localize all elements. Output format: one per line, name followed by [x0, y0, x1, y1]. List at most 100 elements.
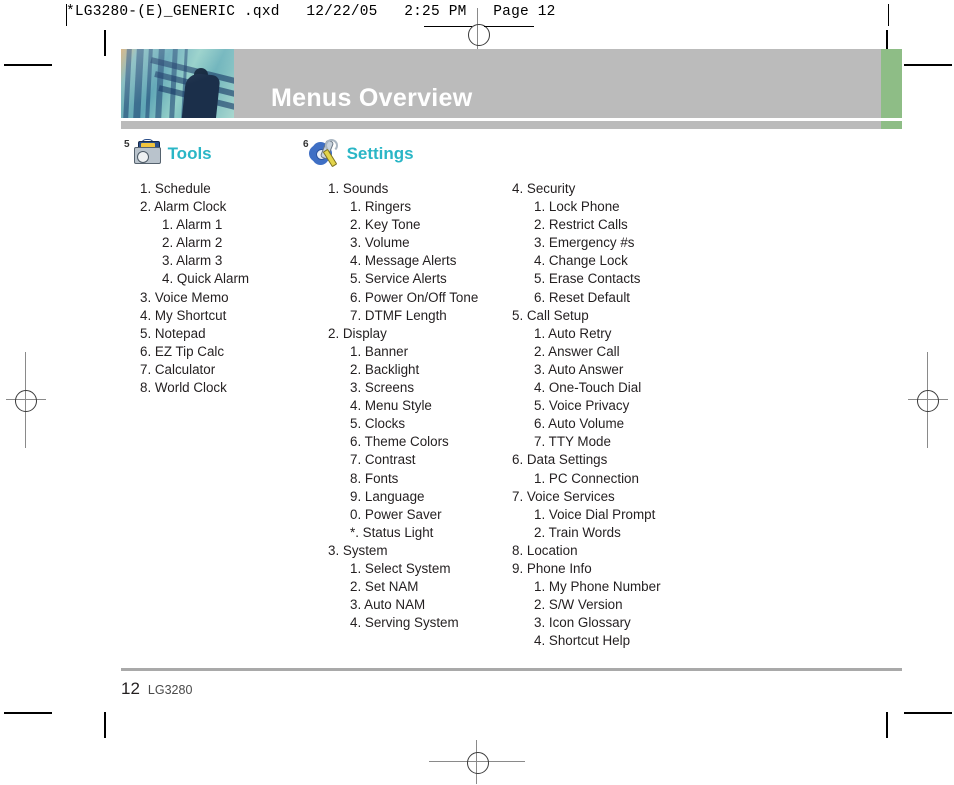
menu-settings-item: 2. Backlight	[350, 361, 420, 377]
slug-underline-left	[424, 26, 472, 27]
page-number: 12	[121, 679, 140, 698]
section-heading-settings: 6 Settings	[303, 139, 414, 168]
menu-settings-item: 7. DTMF Length	[350, 307, 447, 323]
gear-wrench-icon	[310, 139, 340, 168]
menu-settings-item: 4. Shortcut Help	[534, 633, 631, 649]
menu-settings-item: 0. Power Saver	[350, 506, 442, 522]
menu-settings-item: 2. Display	[328, 325, 387, 341]
menu-tools-item: 3. Voice Memo	[140, 289, 229, 305]
menu-settings-item: 1. My Phone Number	[534, 579, 661, 595]
model-name: LG3280	[147, 683, 193, 697]
header-photo-highlight	[121, 49, 234, 118]
crop-mark-top-left-vertical	[104, 30, 106, 56]
menu-settings-item: 8. Location	[512, 542, 578, 558]
slug-right-rule	[888, 4, 889, 26]
menu-settings-item: 2. Train Words	[534, 524, 621, 540]
header-subbar	[121, 121, 902, 129]
menu-settings-item: 1. Voice Dial Prompt	[534, 506, 656, 522]
menu-settings-item: 7. Contrast	[350, 452, 416, 468]
footer-rule	[121, 668, 902, 671]
menu-tools-item: 3. Alarm 3	[162, 253, 223, 269]
menu-settings-item: 4. Menu Style	[350, 398, 432, 414]
page-header: Menus Overview	[121, 49, 902, 118]
menu-tools-item: 1. Schedule	[140, 181, 211, 196]
menu-settings-item: 6. Theme Colors	[350, 434, 449, 450]
menu-settings-item: 2. Set NAM	[350, 579, 419, 595]
menu-settings-item: 3. Auto NAM	[350, 597, 426, 613]
menu-settings-item: 4. Message Alerts	[350, 253, 457, 269]
menu-tools-item: 4. My Shortcut	[140, 307, 227, 323]
menu-tools-item: 8. World Clock	[140, 380, 227, 396]
registration-mark-bottom	[429, 740, 525, 784]
menu-settings-item: 3. Emergency #s	[534, 235, 635, 251]
menu-settings-item: 4. Security	[512, 181, 576, 196]
page-title: Menus Overview	[271, 84, 473, 112]
header-green-accent	[881, 49, 902, 118]
crop-mark-top-right-horizontal	[904, 64, 952, 66]
menu-settings-item: 1. Lock Phone	[534, 199, 620, 215]
menu-settings-item: 4. Change Lock	[534, 253, 628, 269]
header-photo	[121, 49, 234, 118]
toolbox-icon	[131, 139, 161, 165]
menu-settings-item: 5. Erase Contacts	[534, 271, 641, 287]
menu-settings-item: 9. Phone Info	[512, 560, 592, 576]
crop-mark-bottom-right-horizontal	[904, 712, 952, 714]
registration-mark-left	[6, 352, 46, 448]
menu-tools-item: 4. Quick Alarm	[162, 271, 250, 287]
menu-settings-item: 3. Volume	[350, 235, 410, 251]
menu-settings-item: 3. Screens	[350, 380, 415, 396]
slug-line: *LG3280-(E)_GENERIC .qxd 12/22/05 2:25 P…	[66, 4, 556, 20]
header-subbar-gray	[121, 121, 881, 129]
menu-settings-item: 8. Fonts	[350, 470, 399, 486]
menu-settings-item: 2. S/W Version	[534, 597, 623, 613]
menu-settings-item: 1. Ringers	[350, 199, 412, 215]
menu-settings-item: 9. Language	[350, 488, 425, 504]
menu-settings-item: 6. Data Settings	[512, 452, 608, 468]
menu-settings-item: 6. Auto Volume	[534, 416, 625, 432]
menu-column-tools: 1. Schedule 2. Alarm Clock 1. Alarm 1 2. Al…	[140, 180, 249, 397]
menu-settings-item: 7. Voice Services	[512, 488, 615, 504]
menu-settings-item: 5. Service Alerts	[350, 271, 447, 287]
menu-settings-item: 1. PC Connection	[534, 470, 639, 486]
crop-mark-bottom-left-vertical	[104, 712, 106, 738]
menu-settings-item: 1. Banner	[350, 343, 409, 359]
menu-settings-item: 5. Call Setup	[512, 307, 589, 323]
slug-underline-right	[484, 26, 534, 27]
menu-tools-item: 7. Calculator	[140, 361, 216, 377]
menu-tools-item: 1. Alarm 1	[162, 217, 223, 233]
menu-settings-item: 2. Restrict Calls	[534, 217, 628, 233]
crop-mark-bottom-left-horizontal	[4, 712, 52, 714]
menu-settings-item: 6. Power On/Off Tone	[350, 289, 479, 305]
menu-settings-item: 1. Sounds	[328, 181, 389, 196]
menu-settings-item: *. Status Light	[350, 524, 434, 540]
menu-settings-item: 5. Clocks	[350, 416, 406, 432]
menu-settings-item: 5. Voice Privacy	[534, 398, 630, 414]
crop-mark-bottom-right-vertical	[886, 712, 888, 738]
header-subbar-green	[881, 121, 902, 129]
menu-tools-item: 2. Alarm Clock	[140, 199, 227, 215]
menu-settings-item: 1. Select System	[350, 560, 451, 576]
footer: 12 LG3280	[121, 679, 192, 699]
section-number-tools: 5	[124, 139, 130, 150]
menu-tools-item: 2. Alarm 2	[162, 235, 223, 251]
crop-mark-top-left-horizontal	[4, 64, 52, 66]
menu-settings-item: 4. Serving System	[350, 615, 459, 631]
menu-settings-item: 4. One-Touch Dial	[534, 380, 642, 396]
registration-mark-right	[908, 352, 948, 448]
menu-settings-item: 1. Auto Retry	[534, 325, 612, 341]
menu-tools-item: 6. EZ Tip Calc	[140, 343, 225, 359]
section-heading-tools: 5 Tools	[124, 139, 212, 165]
menu-settings-item: 7. TTY Mode	[534, 434, 611, 450]
section-label-settings: Settings	[346, 144, 414, 163]
menu-settings-item: 3. Icon Glossary	[534, 615, 631, 631]
section-number-settings: 6	[303, 139, 309, 150]
menu-settings-item: 6. Reset Default	[534, 289, 631, 305]
menu-column-settings-left: 1. Sounds 1. Ringers 2. Key Tone 3. Volume 4…	[328, 180, 478, 632]
menu-settings-item: 3. System	[328, 542, 388, 558]
section-label-tools: Tools	[167, 144, 212, 163]
menu-settings-item: 2. Answer Call	[534, 343, 620, 359]
menu-tools-item: 5. Notepad	[140, 325, 206, 341]
menu-settings-item: 2. Key Tone	[350, 217, 421, 233]
menu-settings-item: 3. Auto Answer	[534, 361, 624, 377]
menu-column-settings-right: 4. Security 1. Lock Phone 2. Restrict Call…	[512, 180, 661, 650]
